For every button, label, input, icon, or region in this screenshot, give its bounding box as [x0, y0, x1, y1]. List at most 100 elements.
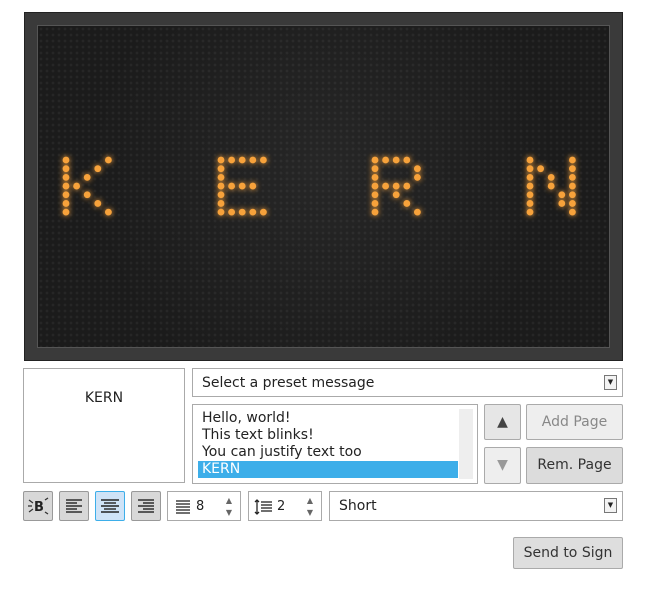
led-dot	[73, 182, 80, 190]
font-size-value: 8	[196, 499, 205, 514]
led-dot	[217, 173, 225, 181]
led-sign-frame	[24, 12, 623, 361]
line-spacing-spinbox[interactable]: 2 ▲ ▼	[248, 491, 322, 521]
svg-text:B: B	[34, 500, 44, 515]
led-dot	[217, 208, 225, 216]
led-dot	[62, 182, 70, 190]
chevron-down-icon: ▼	[604, 375, 617, 390]
led-sign-display	[37, 25, 610, 348]
led-dot	[526, 173, 534, 181]
led-dot	[569, 200, 576, 207]
led-dot	[382, 182, 389, 190]
led-dot	[217, 191, 225, 199]
led-dot	[94, 200, 102, 207]
led-dot	[371, 200, 379, 207]
led-dot	[249, 182, 257, 190]
list-item[interactable]: This text blinks!	[198, 427, 458, 444]
line-spacing-icon	[254, 499, 272, 515]
led-dot	[217, 200, 225, 207]
led-dot	[238, 156, 246, 164]
led-dot	[414, 173, 421, 181]
led-dot	[228, 208, 236, 216]
remove-page-button[interactable]: Rem. Page	[526, 447, 623, 484]
led-dot	[62, 165, 70, 173]
led-dot	[569, 173, 576, 181]
blink-toggle-button[interactable]: B	[23, 491, 53, 521]
led-dot	[62, 156, 70, 164]
move-page-up-button[interactable]: ▲	[484, 404, 521, 440]
font-size-icon	[176, 500, 190, 514]
led-dot	[569, 165, 576, 173]
led-dot	[371, 191, 379, 199]
led-dot	[371, 165, 379, 173]
preset-select-value: Select a preset message	[202, 375, 375, 391]
align-left-button[interactable]	[59, 491, 89, 521]
led-letter	[526, 156, 576, 216]
led-dot	[403, 156, 411, 164]
font-size-spinbox[interactable]: 8 ▲ ▼	[167, 491, 241, 521]
led-dot	[569, 156, 576, 164]
led-dot	[94, 165, 102, 173]
chevron-down-icon: ▼	[604, 498, 617, 513]
led-dot	[371, 208, 379, 216]
list-item[interactable]: You can justify text too	[198, 444, 458, 461]
led-dot	[526, 156, 534, 164]
led-dot	[558, 200, 566, 207]
align-center-button[interactable]	[95, 491, 125, 521]
led-dot	[526, 208, 534, 216]
led-dot	[558, 191, 566, 199]
line-spacing-value: 2	[277, 499, 286, 514]
speed-select-value: Short	[339, 498, 377, 514]
led-dot	[62, 200, 70, 207]
led-dot	[62, 208, 70, 216]
led-dot	[217, 165, 225, 173]
list-item[interactable]: Hello, world!	[198, 410, 458, 427]
led-dot	[569, 191, 576, 199]
align-left-icon	[66, 499, 82, 513]
led-dot	[547, 182, 555, 190]
led-dot	[249, 156, 257, 164]
led-dot	[249, 208, 257, 216]
led-dot	[228, 182, 236, 190]
blink-text-icon: B	[28, 497, 49, 515]
align-center-icon	[101, 499, 119, 513]
led-dot	[414, 165, 421, 173]
move-page-down-button[interactable]: ▼	[484, 447, 521, 484]
preset-message-select[interactable]: Select a preset message ▼	[192, 368, 623, 397]
arrow-up-icon: ▲	[497, 414, 508, 430]
led-dot	[62, 191, 70, 199]
led-dot	[238, 182, 246, 190]
spin-up-icon[interactable]: ▲	[223, 495, 235, 506]
led-dot	[382, 156, 389, 164]
spin-down-icon[interactable]: ▼	[223, 507, 235, 518]
led-dot	[403, 200, 411, 207]
spin-down-icon[interactable]: ▼	[304, 507, 316, 518]
led-dot	[392, 156, 400, 164]
led-dot	[547, 173, 555, 181]
list-item-selected[interactable]: KERN	[198, 461, 458, 478]
led-dot	[217, 156, 225, 164]
led-dot	[569, 208, 576, 216]
led-dot	[105, 156, 112, 164]
led-dot	[238, 208, 246, 216]
led-dot	[217, 182, 225, 190]
led-dot	[526, 165, 534, 173]
message-preview[interactable]: KERN	[23, 368, 185, 483]
led-dot	[260, 156, 267, 164]
align-right-button[interactable]	[131, 491, 161, 521]
send-to-sign-button[interactable]: Send to Sign	[513, 537, 623, 569]
led-dot	[526, 200, 534, 207]
list-scrollbar[interactable]	[459, 409, 473, 479]
spin-up-icon[interactable]: ▲	[304, 495, 316, 506]
led-dot	[371, 182, 379, 190]
led-dot	[83, 173, 91, 181]
speed-select[interactable]: Short ▼	[329, 491, 623, 521]
led-dot	[371, 173, 379, 181]
add-page-button[interactable]: Add Page	[526, 404, 623, 440]
led-letter	[217, 156, 267, 216]
led-dot	[228, 156, 236, 164]
led-dot	[83, 191, 91, 199]
preview-text: KERN	[84, 390, 124, 406]
pages-list[interactable]: Hello, world! This text blinks! You can …	[192, 404, 478, 484]
led-dot	[260, 208, 267, 216]
